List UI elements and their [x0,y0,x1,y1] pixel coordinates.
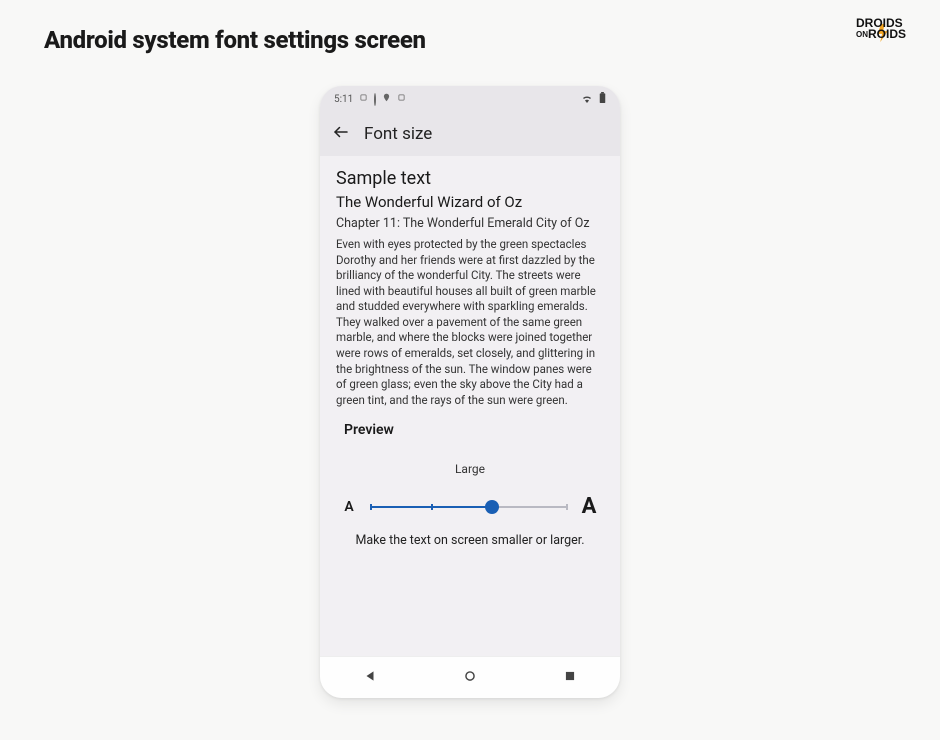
nav-back-button[interactable] [363,668,377,687]
phone-frame: 5:11 Font size Sample te [320,86,620,698]
app-bar: Font size [320,112,620,156]
sample-body-text: Even with eyes protected by the green sp… [336,237,604,408]
large-a-icon: A [578,494,600,519]
sample-heading: Sample text [336,168,604,189]
info-icon [374,94,376,105]
slider-thumb[interactable] [485,500,499,514]
status-time: 5:11 [334,94,353,105]
preview-label: Preview [344,422,604,438]
settings-content: Sample text The Wonderful Wizard of Oz C… [320,156,620,656]
current-size-label: Large [336,462,604,476]
nav-recent-button[interactable] [563,668,577,687]
brand-text-line2: ROIDS [868,27,906,41]
android-nav-bar [320,656,620,698]
brand-text-on: ON [856,30,868,39]
font-size-slider[interactable] [370,497,566,517]
slider-description: Make the text on screen smaller or large… [336,533,604,548]
location-icon [382,93,391,105]
brand-logo: DROIDS ONROIDS [856,18,906,41]
wifi-icon [581,93,593,106]
alarm-icon [359,93,368,105]
card-icon [397,93,406,105]
back-button[interactable] [332,123,350,145]
status-bar: 5:11 [320,86,620,112]
sample-book-title: The Wonderful Wizard of Oz [336,193,604,212]
battery-icon [599,92,606,106]
nav-home-button[interactable] [463,668,477,687]
sample-chapter: Chapter 11: The Wonderful Emerald City o… [336,216,604,232]
font-size-control: Large A A Make the text on screen smalle… [336,462,604,548]
appbar-title: Font size [364,124,432,144]
page-title: Android system font settings screen [44,26,426,54]
small-a-icon: A [340,499,358,515]
